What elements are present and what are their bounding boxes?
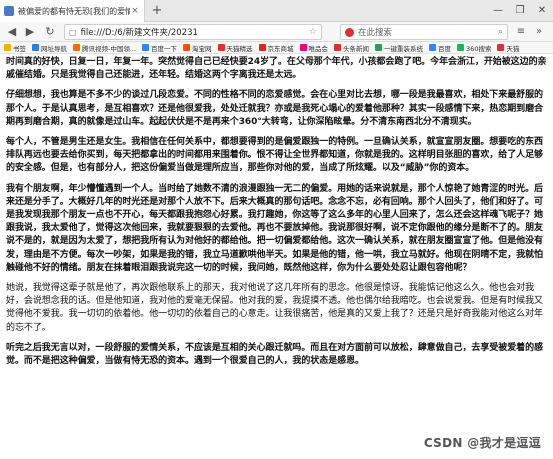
more-icon[interactable]: » <box>532 25 546 39</box>
back-arrow-icon[interactable]: ◀ <box>4 24 20 40</box>
bookmark-icon <box>217 44 225 51</box>
bookmarks-bar: 书签 网址导航 腾讯视频-中国领... 百度一下 淘宝网 天猫精选 京东商城 唯品会 头条新闻 一… <box>0 42 553 54</box>
bookmark-item[interactable]: 一键重装系统 <box>375 43 423 53</box>
article-paragraph: 仔细想想，我也算是不多不少的谈过几段恋爱。不同的性格不同的恋爱感觉。会在心里对比… <box>6 90 544 127</box>
article-paragraph: 我有个朋友啊，年少懵懂遇到一个人。当时给了她数不清的浪漫跟独一无二的偏爱。用她的… <box>6 183 544 273</box>
bookmark-icon <box>258 44 266 51</box>
bookmark-label: 360搜索 <box>466 44 492 53</box>
new-tab-button[interactable]: + <box>149 3 165 19</box>
bookmark-label: 一键重装系统 <box>384 44 424 53</box>
navigation-bar: ◀ ▶ ↻ ▢ file:///D:/6/新建文件夹/20231 ☆ 在此搜索 … <box>0 22 553 42</box>
bookmark-item[interactable]: 网址导航 <box>32 43 67 53</box>
page-favicon-icon <box>4 6 14 16</box>
bookmark-label: 书签 <box>13 44 26 53</box>
file-icon: ▢ <box>69 27 77 37</box>
bookmark-label: 百度 <box>438 44 452 53</box>
search-engine-icon[interactable] <box>345 27 354 37</box>
bookmark-item[interactable]: 百度 <box>429 43 451 53</box>
bookmark-item[interactable]: 百度一下 <box>142 43 177 53</box>
reload-icon[interactable]: ↻ <box>42 24 58 40</box>
watermark: CSDN @我才是逗逗 <box>423 436 541 450</box>
menu-icon[interactable]: ≡ <box>514 25 528 39</box>
bookmark-label: 头条新闻 <box>343 44 370 53</box>
article-paragraph: 时间真的好快，日复一日，年复一年。突然觉得自己已经快要24岁了。在父母那个年代，… <box>6 57 547 81</box>
address-bar[interactable]: ▢ file:///D:/6/新建文件夹/20231 ☆ <box>64 24 322 40</box>
bookmark-item[interactable]: 淘宝网 <box>183 43 212 53</box>
bookmark-label: 淘宝网 <box>192 44 212 53</box>
minimize-button[interactable]: — <box>487 0 509 22</box>
bookmark-icon <box>142 44 150 51</box>
search-icon[interactable]: ⌕ <box>498 27 503 37</box>
bookmark-icon <box>457 44 465 51</box>
article-paragraph: 她说，我觉得这辈子就是他了，再次跟他联系上的那天，我对他说了这几年所有的思念。他… <box>6 283 544 333</box>
bookmark-label: 天猫精选 <box>226 44 253 53</box>
search-box[interactable]: 在此搜索 ⌕ <box>340 24 508 40</box>
maximize-button[interactable]: ❐ <box>509 0 531 22</box>
bookmark-icon <box>73 44 80 51</box>
forward-arrow-icon[interactable]: ▶ <box>22 24 38 40</box>
bookmark-icon <box>334 44 342 51</box>
browser-tab[interactable]: 被偏爱的都有恃无恐[我们的爱情故事] × <box>0 0 145 22</box>
tab-close-icon[interactable]: × <box>130 6 140 16</box>
bookmark-item[interactable]: 唯品会 <box>299 43 329 53</box>
bookmark-icon <box>32 44 39 51</box>
bookmark-icon <box>497 44 505 51</box>
bookmark-label: 京东商城 <box>267 44 294 53</box>
bookmark-icon <box>183 44 191 51</box>
bookmark-icon <box>299 44 307 51</box>
bookmark-icon <box>429 44 437 51</box>
bookmark-label: 网址导航 <box>41 44 67 53</box>
article-content: 时间真的好快，日复一日，年复一年。突然觉得自己已经快要24岁了。在父母那个年代，… <box>6 56 550 459</box>
article-paragraph: 每个人，不管是男生还是女生。我相信在任何关系中，都想要得到的是偏爱跟独一的特例。… <box>6 137 544 174</box>
bookmark-label: 腾讯视频-中国领... <box>82 44 137 53</box>
url-text: file:///D:/6/新建文件夹/20231 <box>80 28 198 38</box>
bookmark-item[interactable]: 天猫 <box>497 43 519 53</box>
bookmark-item[interactable]: 腾讯视频-中国领... <box>73 43 136 53</box>
star-icon[interactable]: ☆ <box>309 27 317 37</box>
bookmark-item[interactable]: 天猫精选 <box>217 43 253 53</box>
bookmark-item[interactable]: 书签 <box>4 43 26 53</box>
tab-bar: 被偏爱的都有恃无恐[我们的爱情故事] × + — ❐ ✕ <box>0 0 553 22</box>
bookmark-label: 天猫 <box>506 44 520 53</box>
bookmark-icon <box>375 44 383 51</box>
bookmark-icon <box>4 44 11 51</box>
bookmark-item[interactable]: 头条新闻 <box>334 43 369 53</box>
bookmark-item[interactable]: 京东商城 <box>258 43 294 53</box>
tab-title: 被偏爱的都有恃无恐[我们的爱情故事] <box>18 6 130 16</box>
bookmark-label: 百度一下 <box>151 44 178 53</box>
bookmark-label: 唯品会 <box>308 44 329 53</box>
search-input[interactable]: 在此搜索 <box>358 26 498 38</box>
bookmark-item[interactable]: 360搜索 <box>457 43 491 53</box>
article-paragraph: 听完之后我无言以对，一段舒服的爱情关系，不应该是互相的关心跟迁就吗。而且在对方面… <box>6 342 544 367</box>
close-window-button[interactable]: ✕ <box>531 0 553 22</box>
